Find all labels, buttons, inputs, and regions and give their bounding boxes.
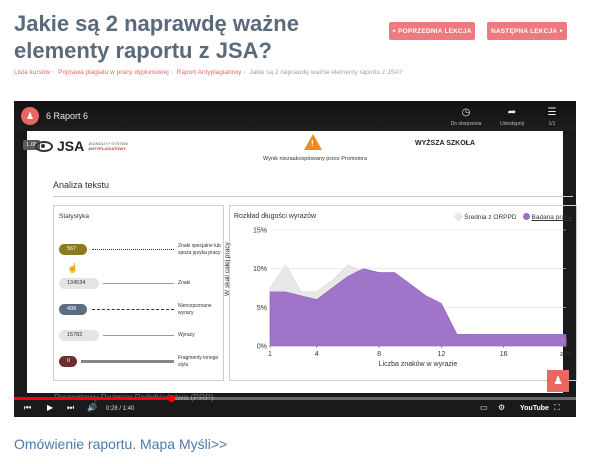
mindmap-link[interactable]: Omówienie raportu. Mapa Myśli>> xyxy=(14,436,227,452)
exclamation-icon: ! xyxy=(311,139,314,148)
watch-later-label: Do obejrzenia xyxy=(450,121,482,127)
chevron-left-icon: ◂ xyxy=(392,28,396,34)
playlist-label: 1/1 xyxy=(548,121,556,127)
stat-connector xyxy=(103,283,174,284)
stat-row-unrecognized: 498 Nierozpoznane wyrazy xyxy=(59,300,221,320)
stat-connector xyxy=(92,309,174,310)
stat-label: Znaki xyxy=(178,280,191,286)
channel-watermark-icon[interactable]: ♟ xyxy=(547,370,569,392)
prev-lesson-button[interactable]: ◂ POPRZEDNIA LEKCJA xyxy=(389,22,475,40)
jsa-logo: JSA JEDNOLITY SYSTEM ANTYPLAGIATOWY xyxy=(35,138,128,154)
chart-x-tick: 12 xyxy=(437,351,445,358)
stat-value: 498 xyxy=(59,304,87,315)
chart-x-tick: 1 xyxy=(268,351,272,358)
breadcrumb-current: Jakie są 2 naprawdę ważne elementy rapor… xyxy=(249,69,403,76)
stat-value: 134534 xyxy=(59,278,99,289)
statistics-panel: Statystyka 567 Znaki specjalne lub spoza… xyxy=(53,205,224,381)
school-name: WYŻSZA SZKOŁA xyxy=(415,140,476,147)
video-time: 0:28 / 1:40 xyxy=(106,406,135,412)
chart-y-label: W skali całej pracy xyxy=(224,242,231,296)
stat-row-other-style: 0 Fragmenty innego stylu xyxy=(59,352,221,372)
stat-value: 567 xyxy=(59,244,87,255)
stat-row-words: 15782 Wyrazy xyxy=(59,326,221,346)
watch-later-button[interactable]: ◷ Do obejrzenia xyxy=(446,107,486,127)
fullscreen-icon[interactable]: ⛶ xyxy=(554,402,560,414)
youtube-logo[interactable]: YouTube xyxy=(520,403,549,414)
settings-gear-icon[interactable]: ⚙ xyxy=(498,402,505,414)
clock-icon: ◷ xyxy=(461,107,471,118)
stat-connector xyxy=(92,249,174,250)
stat-value: 15782 xyxy=(59,330,99,341)
video-top-bar: ♟ 6 Raport 6 ◷ Do obejrzenia ➦ Udostępni… xyxy=(14,101,576,131)
breadcrumb-module[interactable]: Raport Antyplagiatowy xyxy=(177,69,242,76)
channel-avatar-icon[interactable]: ♟ xyxy=(21,107,39,125)
playlist-button[interactable]: ☰ 1/1 xyxy=(532,107,572,127)
breadcrumb: Lista kursów › Poprawa plagiatu w pracy d… xyxy=(14,69,403,76)
jsa-logo-subtitle: JEDNOLITY SYSTEM ANTYPLAGIATOWY xyxy=(88,141,128,151)
eye-icon xyxy=(35,140,53,152)
chart-x-tick: 4 xyxy=(315,351,319,358)
volume-icon[interactable]: 🔊 xyxy=(87,402,97,414)
chart-x-tick: 16 xyxy=(500,351,508,358)
video-title[interactable]: 6 Raport 6 xyxy=(46,111,88,121)
analysis-divider xyxy=(53,196,573,197)
play-icon[interactable]: ▶ xyxy=(47,402,53,414)
stat-value: 0 xyxy=(59,356,77,367)
video-controls: ⏮ ▶ ⏭ 🔊 0:28 / 1:40 ▭ ⚙ YouTube ⛶ xyxy=(14,400,576,417)
fingerprint-icon: ☝ xyxy=(67,263,79,273)
chart-x-tick: 8 xyxy=(377,351,381,358)
next-video-icon[interactable]: ⏭ xyxy=(67,402,74,414)
playlist-icon: ☰ xyxy=(547,107,557,118)
stat-connector xyxy=(81,360,174,363)
chart-x-label: Liczba znaków w wyrazie xyxy=(379,361,458,368)
breadcrumb-separator: › xyxy=(243,69,246,76)
stat-label: Wyrazy xyxy=(178,332,195,338)
chart-y-tick: 10% xyxy=(253,266,267,273)
share-icon: ➦ xyxy=(507,107,517,118)
warning-note: Wynik niezaakceptowany przez Promotora xyxy=(263,156,367,162)
subtitles-icon[interactable]: ▭ xyxy=(480,402,488,414)
stat-label: Znaki specjalne lub spoza języka pracy xyxy=(178,243,221,256)
stat-label: Nierozpoznane wyrazy xyxy=(178,303,212,316)
chart-x-tick: ≥20 xyxy=(560,351,572,358)
stat-label: Fragmenty innego stylu xyxy=(178,355,219,368)
prev-lesson-label: POPRZEDNIA LEKCJA xyxy=(398,27,472,35)
breadcrumb-courses[interactable]: Lista kursów xyxy=(14,69,50,76)
next-lesson-label: NASTĘPNA LEKCJA xyxy=(490,27,558,35)
previous-video-icon[interactable]: ⏮ xyxy=(24,402,31,414)
chart-y-tick: 5% xyxy=(257,305,267,312)
share-label: Udostępnij xyxy=(500,121,524,127)
stat-row-special-chars: 567 Znaki specjalne lub spoza języka pra… xyxy=(59,240,221,260)
breadcrumb-course[interactable]: Poprawa plagiatu w pracy dyplomowej xyxy=(58,69,169,76)
jsa-logo-sub2: ANTYPLAGIATOWY xyxy=(88,146,126,151)
next-lesson-button[interactable]: NASTĘPNA LEKCJA ▸ xyxy=(487,22,567,40)
share-button[interactable]: ➦ Udostępnij xyxy=(492,107,532,127)
analysis-title: Analiza tekstu xyxy=(53,180,110,190)
word-length-chart: 15% 10% 5% 0%1 4 8 12 16 ≥20 Liczba znaków w wyra… xyxy=(253,228,572,369)
breadcrumb-separator: › xyxy=(170,69,173,76)
chart-y-tick: 0% xyxy=(257,344,267,351)
statistics-heading: Statystyka xyxy=(59,213,89,220)
jsa-logo-text: JSA xyxy=(57,138,85,154)
page-title: Jakie są 2 naprawdę ważne elementy rapor… xyxy=(14,11,299,63)
stat-connector xyxy=(103,335,174,336)
stat-row-chars: 134534 Znaki xyxy=(59,274,221,294)
chevron-right-icon: ▸ xyxy=(560,28,564,34)
chart-y-tick: 15% xyxy=(253,228,267,235)
word-length-chart-panel: Rozkład długości wyrazów Średnia z ORPPD… xyxy=(224,205,577,381)
breadcrumb-separator: › xyxy=(52,69,55,76)
